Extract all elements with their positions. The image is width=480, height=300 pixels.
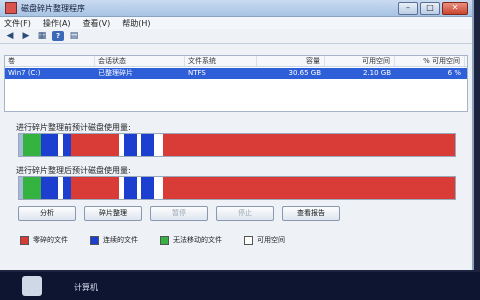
header-percent-free[interactable]: % 可用空间 — [395, 56, 465, 66]
usage-segment — [71, 134, 120, 156]
menu-file[interactable]: 文件(F) — [4, 18, 31, 29]
usage-segment — [40, 134, 59, 156]
defrag-window: 磁盘碎片整理程序 – □ ✕ 文件(F) 操作(A) 查看(V) 帮助(H) ◀… — [0, 0, 474, 270]
legend-contiguous-label: 连续的文件 — [103, 236, 138, 244]
header-session-status[interactable]: 会话状态 — [95, 56, 185, 66]
minimize-button[interactable]: – — [398, 1, 418, 15]
legend-unmovable: 无法移动的文件 — [160, 235, 222, 245]
title-bar[interactable]: 磁盘碎片整理程序 – □ ✕ — [0, 0, 472, 17]
maximize-button[interactable]: □ — [420, 1, 440, 15]
legend-fragmented: 零碎的文件 — [20, 235, 68, 245]
back-arrow-icon[interactable]: ◀ — [4, 31, 16, 41]
legend: 零碎的文件 连续的文件 无法移动的文件 可用空间 — [20, 235, 285, 245]
usage-segment — [162, 134, 455, 156]
usage-segment — [40, 177, 59, 199]
header-file-system[interactable]: 文件系统 — [185, 56, 257, 66]
stop-button[interactable]: 停止 — [216, 206, 274, 221]
volume-list-header: 卷 会话状态 文件系统 容量 可用空间 % 可用空间 — [5, 56, 467, 67]
usage-segment — [154, 177, 163, 199]
volume-list: 卷 会话状态 文件系统 容量 可用空间 % 可用空间 Win7 (C:) 已整理… — [4, 55, 468, 112]
legend-free-label: 可用空间 — [257, 236, 285, 244]
menu-bar: 文件(F) 操作(A) 查看(V) 帮助(H) — [0, 17, 472, 29]
cell-free-space: 2.10 GB — [362, 69, 391, 77]
before-usage-bar — [18, 133, 456, 157]
volume-row-c[interactable]: Win7 (C:) 已整理碎片 NTFS 30.65 GB 2.10 GB 6 … — [5, 68, 467, 79]
usage-segment — [162, 177, 455, 199]
legend-unmovable-label: 无法移动的文件 — [173, 236, 222, 244]
defrag-app-icon — [5, 2, 17, 14]
header-volume[interactable]: 卷 — [5, 56, 95, 66]
usage-segment — [23, 134, 41, 156]
after-usage-bar — [18, 176, 456, 200]
header-free-space[interactable]: 可用空间 — [325, 56, 395, 66]
forward-arrow-icon[interactable]: ▶ — [20, 31, 32, 41]
defragment-button[interactable]: 碎片整理 — [84, 206, 142, 221]
fragmented-swatch — [20, 235, 29, 245]
unmovable-swatch — [160, 235, 169, 245]
analyze-button[interactable]: 分析 — [18, 206, 76, 221]
menu-view[interactable]: 查看(V) — [83, 18, 111, 29]
window-title: 磁盘碎片整理程序 — [21, 3, 85, 13]
after-usage-label: 进行碎片整理后预计磁盘使用量: — [16, 166, 131, 175]
cell-file-system: NTFS — [188, 69, 206, 77]
explorer-icon[interactable] — [22, 276, 42, 296]
legend-fragmented-label: 零碎的文件 — [33, 236, 68, 244]
cell-capacity: 30.65 GB — [288, 69, 322, 77]
view-icon[interactable]: ▦ — [36, 31, 48, 41]
usage-segment — [141, 177, 155, 199]
header-capacity[interactable]: 容量 — [257, 56, 325, 66]
legend-contiguous: 连续的文件 — [90, 235, 138, 245]
legend-free: 可用空间 — [244, 235, 285, 245]
free-swatch — [244, 235, 253, 245]
usage-segment — [62, 134, 72, 156]
toolbar: ◀ ▶ ▦ ? ▤ — [0, 29, 472, 44]
taskbar-computer-label[interactable]: 计算机 — [74, 282, 98, 293]
usage-segment — [141, 134, 155, 156]
before-usage-label: 进行碎片整理前预计磁盘使用量: — [16, 123, 131, 132]
cell-session-status: 已整理碎片 — [98, 69, 133, 77]
taskbar: 计算机 — [0, 272, 480, 300]
usage-segment — [23, 177, 41, 199]
usage-segment — [62, 177, 72, 199]
contiguous-swatch — [90, 235, 99, 245]
action-buttons: 分析 碎片整理 暂停 停止 查看报告 — [18, 206, 340, 221]
usage-segment — [154, 134, 163, 156]
cell-percent-free: 6 % — [447, 69, 461, 77]
usage-segment — [123, 134, 137, 156]
cell-volume: Win7 (C:) — [8, 69, 41, 77]
menu-action[interactable]: 操作(A) — [43, 18, 71, 29]
help-icon[interactable]: ? — [52, 31, 64, 41]
pause-button[interactable]: 暂停 — [150, 206, 208, 221]
menu-help[interactable]: 帮助(H) — [122, 18, 150, 29]
close-button[interactable]: ✕ — [442, 1, 468, 15]
properties-icon[interactable]: ▤ — [68, 31, 80, 41]
view-report-button[interactable]: 查看报告 — [282, 206, 340, 221]
usage-segment — [123, 177, 137, 199]
usage-segment — [71, 177, 120, 199]
